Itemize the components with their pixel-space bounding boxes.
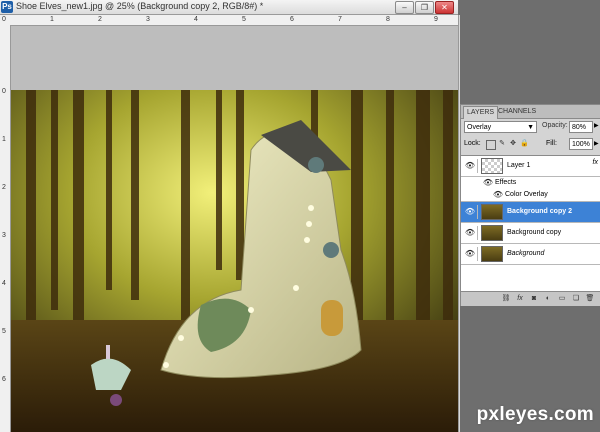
document-canvas[interactable] [11,26,458,432]
ruler-label: 9 [434,16,438,23]
ruler-label: 7 [338,16,342,23]
layer-thumbnail [481,158,503,174]
new-layer-icon[interactable]: ❏ [571,294,581,304]
lock-all-icon[interactable]: 🔒 [520,140,529,148]
ruler-label: 0 [2,16,6,23]
tab-channels[interactable]: CHANNELS [495,106,539,118]
fx-icon[interactable]: fx [593,159,598,166]
fill-label: Fill: [546,140,557,147]
effects-label: Effects [495,179,517,186]
layer-effects-row[interactable]: 👁 Effects [461,177,600,189]
layer-name: Background copy [507,229,562,236]
fill-input[interactable]: 100% [569,138,593,150]
chevron-down-icon: ▼ [527,124,534,131]
ruler-label: 3 [146,16,150,23]
layer-row-background-copy-2[interactable]: 👁 Background copy 2 [461,202,600,223]
forest-shoe-artwork [11,90,458,432]
lock-transparent-icon[interactable] [486,140,496,150]
fill-slider-arrow-icon[interactable]: ▶ [594,140,599,147]
ruler-label: 8 [386,16,390,23]
trash-icon[interactable]: 🗑 [585,294,595,304]
lock-brush-icon[interactable]: ✎ [498,140,506,148]
layer-thumbnail [481,225,503,241]
layer-row-layer-1[interactable]: 👁 Layer 1 fx [461,156,600,177]
layer-name: Background [507,250,545,257]
ruler-label: 1 [2,136,6,143]
panel-tabs: LAYERS CHANNELS [461,105,600,119]
layer-thumbnail [481,246,503,262]
color-overlay-label: Color Overlay [505,191,548,198]
ruler-label: 4 [2,280,6,287]
workspace-background [460,0,600,104]
ruler-label: 4 [194,16,198,23]
ruler-label: 6 [290,16,294,23]
eye-icon[interactable]: 👁 [491,189,505,201]
ruler-label: 1 [50,16,54,23]
lock-label: Lock: [464,140,481,147]
tab-layers[interactable]: LAYERS [463,106,499,119]
vertical-ruler: 0 1 2 3 4 5 6 [0,25,11,432]
restore-button[interactable]: ❐ [415,1,434,14]
add-mask-icon[interactable]: ◙ [529,294,539,304]
layers-list: 👁 Layer 1 fx 👁 Effects 👁 Color Overlay 👁… [461,155,600,292]
blend-mode-select[interactable]: Overlay ▼ [464,121,537,133]
photoshop-icon: Ps [1,1,13,13]
eye-icon[interactable]: 👁 [463,159,478,173]
lock-move-icon[interactable]: ✥ [509,140,517,148]
adjustment-layer-icon[interactable]: ◐ [543,294,553,304]
opacity-slider-arrow-icon[interactable]: ▶ [594,122,599,129]
eye-icon[interactable]: 👁 [463,205,478,219]
blend-mode-value: Overlay [467,124,492,131]
ruler-label: 0 [2,88,6,95]
minimize-button[interactable]: – [395,1,414,14]
ruler-label: 2 [98,16,102,23]
layer-thumbnail [481,204,503,220]
document-title: Shoe Elves_new1.jpg @ 25% (Background co… [16,1,264,11]
close-button[interactable]: ✕ [435,1,454,14]
add-layer-style-icon[interactable]: fx [515,294,525,304]
opacity-input[interactable]: 80% [569,121,593,133]
layer-row-background[interactable]: 👁 Background [461,244,600,265]
layer-name: Background copy 2 [507,208,572,215]
ruler-label: 5 [2,328,6,335]
layer-name: Layer 1 [507,162,531,169]
ruler-label: 5 [242,16,246,23]
ruler-label: 6 [2,376,6,383]
new-group-icon[interactable]: ▭ [557,294,567,304]
opacity-label: Opacity: [542,122,568,129]
eye-icon[interactable]: 👁 [463,226,478,240]
layer-color-overlay-row[interactable]: 👁 Color Overlay [461,189,600,202]
layer-row-background-copy[interactable]: 👁 Background copy [461,223,600,244]
ruler-label: 3 [2,232,6,239]
eye-icon[interactable]: 👁 [481,177,495,189]
layers-panel-toolbar: ⛓ fx ◙ ◐ ▭ ❏ 🗑 [461,291,600,307]
horizontal-ruler: 0 1 2 3 4 5 6 7 8 9 [0,15,458,26]
eye-icon[interactable]: 👁 [463,247,478,261]
layers-panel: LAYERS CHANNELS Overlay ▼ Opacity: 80% ▶… [460,104,600,308]
document-titlebar: Ps Shoe Elves_new1.jpg @ 25% (Background… [0,0,458,15]
link-layers-icon[interactable]: ⛓ [501,294,511,304]
watermark: pxleyes.com [476,404,594,425]
ruler-label: 2 [2,184,6,191]
